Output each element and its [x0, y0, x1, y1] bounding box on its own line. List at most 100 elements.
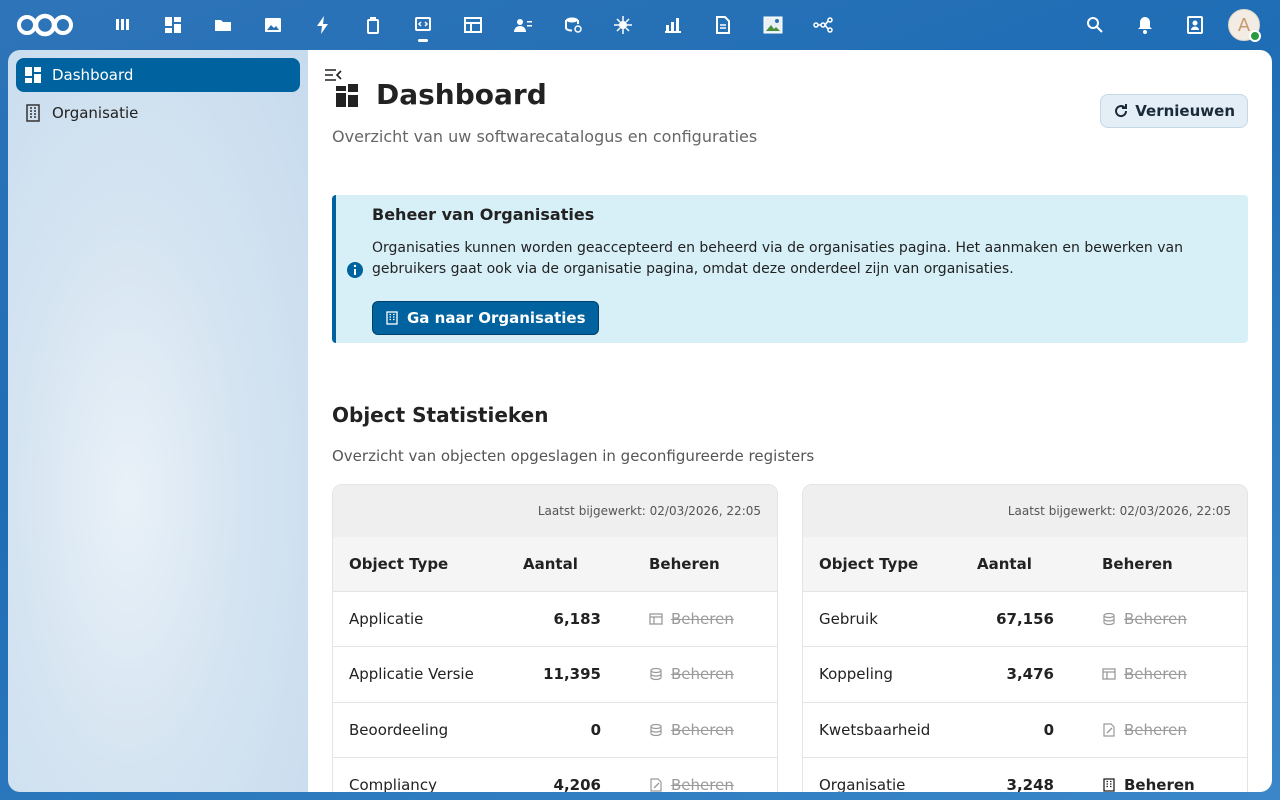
- info-icon: [346, 261, 364, 279]
- object-type: Kwetsbaarheid: [803, 702, 977, 758]
- settings-bug-icon[interactable]: [598, 0, 648, 50]
- object-type: Koppeling: [803, 646, 977, 703]
- manage-label: Beheren: [1124, 609, 1187, 628]
- main-content: Dashboard Overzicht van uw softwarecatal…: [308, 50, 1272, 792]
- stats-table: Object Type Aantal Beheren Gebruik 67,15…: [803, 537, 1247, 792]
- top-bar: A: [0, 0, 1280, 50]
- tables-icon[interactable]: [448, 0, 498, 50]
- table-row: Kwetsbaarheid 0 Beheren: [803, 702, 1247, 758]
- stat-card: Laatst bijgewerkt: 02/03/2026, 22:05 Obj…: [802, 484, 1248, 792]
- document-icon[interactable]: [698, 0, 748, 50]
- page-header: Dashboard: [332, 78, 547, 111]
- manage-button[interactable]: Beheren: [1102, 776, 1247, 792]
- go-to-organisations-label: Ga naar Organisaties: [407, 309, 586, 327]
- flow-icon[interactable]: [798, 0, 848, 50]
- document-edit-icon: [650, 778, 662, 792]
- manage-button[interactable]: Beheren: [649, 610, 777, 628]
- info-notecard: Beheer van Organisaties Organisaties kun…: [332, 195, 1248, 343]
- files-icon[interactable]: [198, 0, 248, 50]
- nextcloud-logo-icon[interactable]: [14, 12, 76, 38]
- app-menu: [98, 0, 848, 50]
- manage-button[interactable]: Beheren: [1102, 665, 1247, 683]
- dashboard-icon[interactable]: [148, 0, 198, 50]
- building-icon: [1103, 778, 1115, 792]
- dashboard-icon: [24, 66, 42, 84]
- deck-icon[interactable]: [98, 0, 148, 50]
- info-title: Beheer van Organisaties: [372, 205, 595, 224]
- col-count: Aantal: [523, 537, 633, 592]
- image-icon[interactable]: [748, 0, 798, 50]
- section-subtitle: Overzicht van objecten opgeslagen in gec…: [332, 447, 815, 465]
- object-type: Applicatie Versie: [333, 646, 523, 703]
- table-row: Compliancy 4,206 Beheren: [333, 757, 777, 792]
- go-to-organisations-button[interactable]: Ga naar Organisaties: [372, 301, 599, 335]
- manage-label: Beheren: [671, 720, 734, 739]
- manage-label: Beheren: [671, 609, 734, 628]
- section-title: Object Statistieken: [332, 403, 549, 427]
- trash-icon[interactable]: [348, 0, 398, 50]
- sidebar-item-organisatie[interactable]: Organisatie: [16, 96, 300, 130]
- building-icon: [386, 311, 398, 325]
- table-header-row: Object Type Aantal Beheren: [333, 537, 777, 592]
- document-edit-icon: [1103, 723, 1115, 737]
- object-type: Compliancy: [333, 757, 523, 792]
- stats-table: Object Type Aantal Beheren Applicatie 6,…: [333, 537, 777, 792]
- object-count: 3,248: [977, 757, 1086, 792]
- last-updated: Laatst bijgewerkt: 02/03/2026, 22:05: [333, 485, 777, 537]
- object-type: Organisatie: [803, 757, 977, 792]
- manage-button[interactable]: Beheren: [1102, 610, 1247, 628]
- database-icon[interactable]: [548, 0, 598, 50]
- object-count: 67,156: [977, 591, 1086, 647]
- tables-icon: [1102, 668, 1116, 680]
- database-icon: [1103, 612, 1115, 625]
- avatar-letter: A: [1237, 14, 1251, 36]
- search-icon[interactable]: [1070, 0, 1120, 50]
- info-text: Organisaties kunnen worden geaccepteerd …: [372, 240, 1183, 277]
- table-row: Koppeling 3,476 Beheren: [803, 646, 1247, 703]
- manage-label: Beheren: [1124, 776, 1195, 792]
- sidebar-item-label: Organisatie: [52, 104, 139, 122]
- manage-label: Beheren: [671, 776, 734, 792]
- manage-button[interactable]: Beheren: [649, 721, 777, 739]
- database-icon: [650, 723, 662, 736]
- header-right: A: [1070, 0, 1261, 50]
- col-manage: Beheren: [633, 537, 777, 592]
- table-row: Gebruik 67,156 Beheren: [803, 591, 1247, 647]
- manage-button[interactable]: Beheren: [1102, 721, 1247, 739]
- contacts-menu-icon[interactable]: [1170, 0, 1220, 50]
- photos-icon[interactable]: [248, 0, 298, 50]
- tables-icon: [649, 613, 663, 625]
- manage-button[interactable]: Beheren: [649, 665, 777, 683]
- manage-button[interactable]: Beheren: [649, 776, 777, 792]
- database-icon: [650, 668, 662, 681]
- object-count: 3,476: [977, 646, 1086, 703]
- online-status-icon: [1249, 30, 1261, 42]
- refresh-button[interactable]: Vernieuwen: [1100, 94, 1248, 128]
- sidebar-item-dashboard[interactable]: Dashboard: [16, 58, 300, 92]
- manage-label: Beheren: [671, 665, 734, 684]
- table-row: Organisatie 3,248 Beheren: [803, 757, 1247, 792]
- notifications-bell-icon[interactable]: [1120, 0, 1170, 50]
- chart-icon[interactable]: [648, 0, 698, 50]
- refresh-label: Vernieuwen: [1135, 102, 1235, 120]
- object-count: 0: [977, 702, 1086, 758]
- col-object-type: Object Type: [333, 537, 523, 592]
- object-count: 4,206: [523, 757, 633, 792]
- object-type: Applicatie: [333, 591, 523, 647]
- manage-label: Beheren: [1124, 665, 1187, 684]
- building-icon: [24, 104, 42, 122]
- table-header-row: Object Type Aantal Beheren: [803, 537, 1247, 592]
- contacts-icon[interactable]: [498, 0, 548, 50]
- col-manage: Beheren: [1086, 537, 1247, 592]
- object-count: 0: [523, 702, 633, 758]
- col-object-type: Object Type: [803, 537, 977, 592]
- object-type: Gebruik: [803, 591, 977, 647]
- user-avatar[interactable]: A: [1228, 9, 1261, 42]
- table-row: Beoordeeling 0 Beheren: [333, 702, 777, 758]
- page-title: Dashboard: [376, 78, 547, 111]
- sidebar-item-label: Dashboard: [52, 66, 134, 84]
- softwarecatalog-icon[interactable]: [398, 0, 448, 50]
- page-subtitle: Overzicht van uw softwarecatalogus en co…: [332, 127, 758, 146]
- app-navigation: Dashboard Organisatie: [8, 50, 308, 792]
- activity-icon[interactable]: [298, 0, 348, 50]
